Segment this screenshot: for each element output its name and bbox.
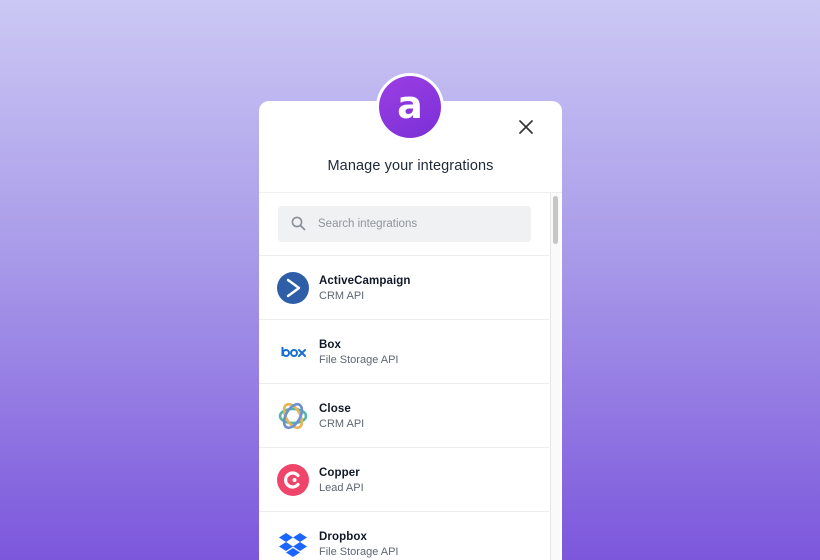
- integration-name: Box: [319, 339, 342, 351]
- integration-category: Lead API: [319, 482, 364, 494]
- integration-name: ActiveCampaign: [319, 275, 411, 287]
- dropbox-icon: [277, 528, 309, 560]
- close-crm-icon: [277, 400, 309, 432]
- brand-logo: a: [376, 73, 444, 141]
- integration-category: File Storage API: [319, 354, 399, 366]
- search-icon: [291, 216, 307, 232]
- scrollbar[interactable]: [550, 193, 560, 560]
- integrations-modal: Manage your integrations Search integrat…: [259, 101, 562, 560]
- svg-text:a: a: [397, 87, 423, 127]
- activecampaign-icon: [277, 271, 309, 304]
- list-item-close[interactable]: Close CRM API: [259, 384, 549, 448]
- integrations-scroll-area: ActiveCampaign CRM API: [259, 193, 549, 560]
- integration-name: Close: [319, 403, 351, 415]
- integrations-list: ActiveCampaign CRM API Box File Storage …: [259, 256, 549, 560]
- search-input[interactable]: [318, 218, 518, 230]
- integration-name: Dropbox: [319, 531, 367, 543]
- modal-title: Manage your integrations: [327, 158, 494, 174]
- integration-category: CRM API: [319, 290, 365, 302]
- brand-a-logo-icon: a: [379, 76, 441, 138]
- close-icon: [519, 120, 533, 134]
- list-item-dropbox[interactable]: Dropbox File Storage API: [259, 512, 549, 560]
- list-item-box[interactable]: Box File Storage API: [259, 320, 549, 384]
- integration-category: CRM API: [319, 418, 365, 430]
- close-button[interactable]: [516, 117, 536, 137]
- copper-icon: [277, 463, 309, 496]
- search-box[interactable]: [278, 206, 531, 242]
- list-item-copper[interactable]: Copper Lead API: [259, 448, 549, 512]
- integration-category: File Storage API: [319, 546, 399, 558]
- list-item-activecampaign[interactable]: ActiveCampaign CRM API: [259, 256, 549, 320]
- box-icon: [277, 336, 309, 368]
- integration-name: Copper: [319, 467, 360, 479]
- scroll-thumb[interactable]: [553, 196, 558, 244]
